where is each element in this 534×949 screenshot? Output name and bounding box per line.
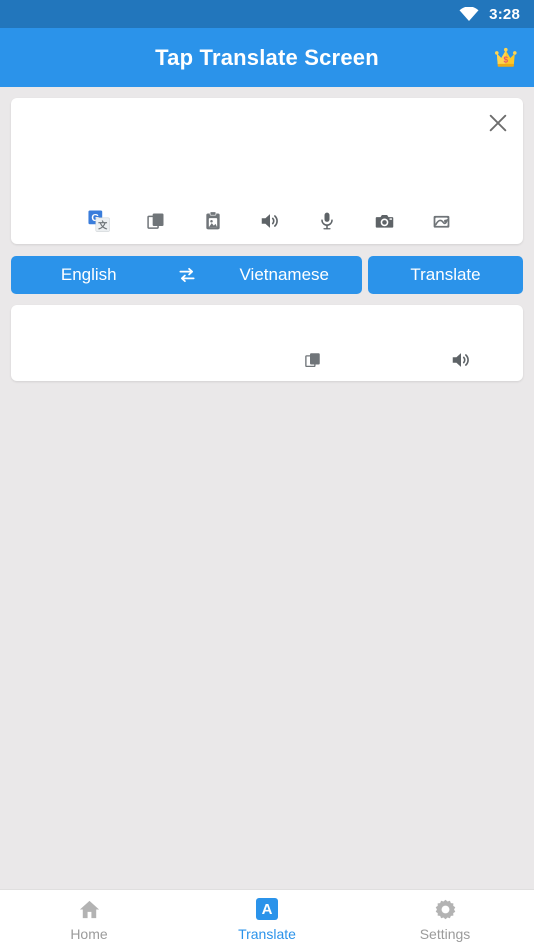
source-language-selector[interactable]: English bbox=[11, 265, 167, 285]
nav-label-translate: Translate bbox=[238, 926, 296, 942]
target-language-selector[interactable]: Vietnamese bbox=[207, 265, 363, 285]
output-action-row bbox=[297, 345, 477, 375]
input-card: G 文 bbox=[11, 98, 523, 244]
speaker-icon[interactable] bbox=[445, 345, 477, 375]
wifi-icon bbox=[459, 6, 479, 21]
page-title: Tap Translate Screen bbox=[155, 44, 379, 70]
speaker-icon[interactable] bbox=[254, 206, 286, 236]
nav-label-home: Home bbox=[70, 926, 108, 942]
google-translate-icon[interactable]: G 文 bbox=[83, 206, 115, 236]
bottom-navigation: Home A Translate Settings bbox=[0, 889, 534, 949]
input-action-row: G 文 bbox=[11, 204, 523, 238]
translate-badge-icon: A bbox=[255, 897, 279, 921]
home-icon bbox=[77, 897, 101, 921]
crown-icon[interactable]: $ bbox=[492, 42, 524, 74]
clipboard-paste-icon[interactable] bbox=[197, 206, 229, 236]
microphone-icon[interactable] bbox=[311, 206, 343, 236]
nav-label-settings: Settings bbox=[419, 926, 471, 942]
source-text-input[interactable] bbox=[25, 104, 473, 200]
nav-item-home[interactable]: Home bbox=[0, 890, 178, 949]
translate-badge-letter: A bbox=[256, 898, 278, 920]
image-scan-icon[interactable] bbox=[425, 206, 457, 236]
copy-icon[interactable] bbox=[297, 345, 329, 375]
app-bar: Tap Translate Screen $ bbox=[0, 28, 534, 87]
camera-icon[interactable] bbox=[368, 206, 400, 236]
output-card bbox=[11, 305, 523, 381]
language-selector-pill: English Vietnamese bbox=[11, 256, 362, 294]
status-bar-time: 3:28 bbox=[489, 5, 520, 23]
swap-icon[interactable] bbox=[167, 256, 207, 294]
nav-item-settings[interactable]: Settings bbox=[356, 890, 534, 949]
nav-item-translate[interactable]: A Translate bbox=[178, 890, 356, 949]
close-icon[interactable] bbox=[481, 106, 515, 140]
gear-icon bbox=[433, 897, 457, 921]
svg-text:$: $ bbox=[503, 55, 508, 64]
status-bar: 3:28 bbox=[0, 0, 534, 28]
copy-icon[interactable] bbox=[140, 206, 172, 236]
translate-button[interactable]: Translate bbox=[368, 256, 523, 294]
svg-text:文: 文 bbox=[98, 219, 108, 230]
language-bar: English Vietnamese Translate bbox=[11, 256, 523, 294]
